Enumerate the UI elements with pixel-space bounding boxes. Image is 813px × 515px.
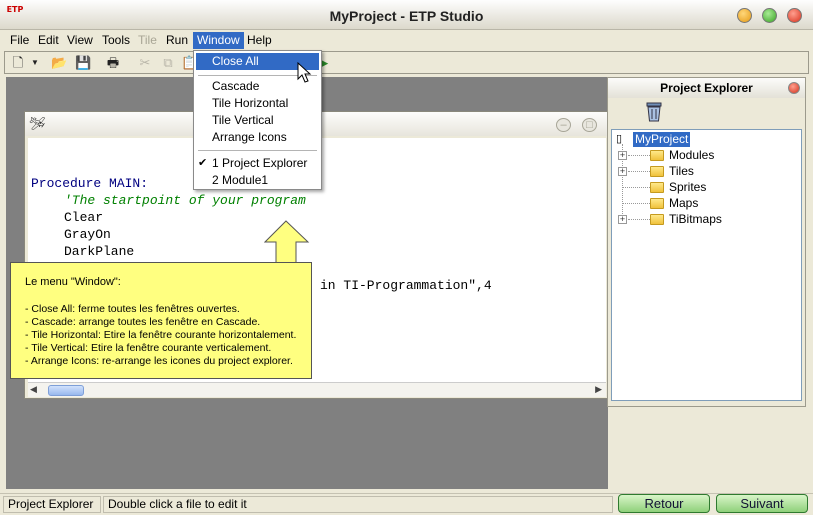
horizontal-scrollbar[interactable]: ◀ ▶ [28,382,606,397]
menu-tile: Tile [138,33,157,47]
menu-help[interactable]: Help [243,32,276,49]
folder-icon [650,166,664,177]
menu-view[interactable]: View [63,32,97,49]
code-line: Procedure MAIN: [31,176,149,191]
expand-icon[interactable]: + [618,151,627,160]
menu-edit[interactable]: Edit [34,32,63,49]
status-hint: Double click a file to edit it [103,496,613,513]
tree-item-tiles[interactable]: + Tiles [612,164,792,179]
expand-icon[interactable]: + [618,167,627,176]
tree-item-label: Modules [669,148,715,162]
menu-run[interactable]: Run [162,32,192,49]
maximize-button[interactable] [762,8,777,23]
callout-arrow-icon [264,220,310,266]
copy-icon: ⧉ [163,55,173,70]
callout-line: - Arrange Icons: re-arrange les icones d… [25,355,293,367]
menu-tile-vertical[interactable]: Tile Vertical [196,112,319,129]
code-line: Clear [64,210,104,225]
next-button[interactable]: Suivant [716,494,808,513]
tree-guide [623,187,650,188]
menu-tools[interactable]: Tools [98,32,134,49]
folder-icon [650,214,664,225]
menu-separator [198,150,317,151]
scroll-left-icon[interactable]: ◀ [30,384,37,395]
calculator-icon: ▯ [616,133,623,145]
chevron-down-icon[interactable]: ▼ [27,55,43,70]
scroll-right-icon[interactable]: ▶ [595,384,602,395]
open-folder-icon[interactable]: 📂 [51,55,67,70]
tree-item-tibitmaps[interactable]: + TiBitmaps [612,212,792,227]
tree-guide [628,155,650,156]
toolbar: 🗋 ▼ 📂 💾 🖶 ✂ ⧉ 📋 ▸ [4,51,809,74]
cut-icon: ✂ [139,55,151,70]
tree-item-label: Maps [669,196,699,210]
status-panel-name: Project Explorer [3,496,101,513]
callout-line: - Tile Horizontal: Etire la fenêtre cour… [25,329,297,341]
menu-window-module1[interactable]: 2 Module1 [196,172,319,189]
tree-item-label: Sprites [669,180,707,194]
callout-line: - Tile Vertical: Etire la fenêtre couran… [25,342,272,354]
new-file-icon[interactable]: 🗋 [10,55,26,70]
tree-root-label: MyProject [633,132,691,147]
menu-window[interactable]: Window [193,32,244,49]
module-maximize-button[interactable]: □ [582,118,597,132]
callout-line: - Cascade: arrange toutes les fenêtre en… [25,316,261,328]
scroll-thumb[interactable] [48,385,84,396]
mouse-cursor-icon [297,62,312,83]
code-line: DarkPlane [64,244,135,259]
callout-title: Le menu "Window": [25,276,121,288]
project-explorer-close-button[interactable] [788,82,800,94]
tree-guide [628,219,650,220]
tree-guide [623,203,650,204]
menu-tile-horizontal[interactable]: Tile Horizontal [196,95,319,112]
print-icon[interactable]: 🖶 [105,55,121,70]
window-title: MyProject - ETP Studio [329,8,484,24]
tree-item-modules[interactable]: + Modules [612,148,792,163]
tree-item-label: TiBitmaps [669,212,722,226]
folder-icon [650,198,664,209]
menu-arrange-icons[interactable]: Arrange Icons [196,129,319,146]
module-minimize-button[interactable]: – [556,118,571,132]
tree-item-label: Tiles [669,164,694,178]
menu-file[interactable]: File [6,32,33,49]
folder-icon [650,150,664,161]
tree-item-maps[interactable]: Maps [612,196,792,211]
folder-icon [650,182,664,193]
minimize-button[interactable] [737,8,752,23]
title-bar[interactable]: ETP MyProject - ETP Studio [0,0,813,30]
save-icon[interactable]: 💾 [75,55,91,70]
tree-item-sprites[interactable]: Sprites [612,180,792,195]
project-explorer-panel: Project Explorer ▯ MyProject + Modules +… [607,77,806,407]
code-comment: 'The startpoint of your program [64,193,306,208]
code-line: GrayOn [64,227,111,242]
project-tree[interactable]: ▯ MyProject + Modules + Tiles Sprites Ma… [611,129,802,401]
module-icon: 🛩 [29,116,46,131]
tree-guide [628,171,650,172]
close-button[interactable] [787,8,802,23]
back-button[interactable]: Retour [618,494,710,513]
tutorial-callout: Le menu "Window": - Close All: ferme tou… [10,262,312,379]
menu-window-project-explorer[interactable]: 1 Project Explorer [196,155,319,172]
menu-bar: File Edit View Tools Tile Run Window Hel… [0,30,813,50]
project-explorer-title: Project Explorer [608,78,805,98]
trash-icon[interactable] [645,100,663,122]
callout-line: - Close All: ferme toutes les fenêtres o… [25,303,240,315]
expand-icon[interactable]: + [618,215,627,224]
code-line: in TI-Programmation",4 [320,278,492,293]
